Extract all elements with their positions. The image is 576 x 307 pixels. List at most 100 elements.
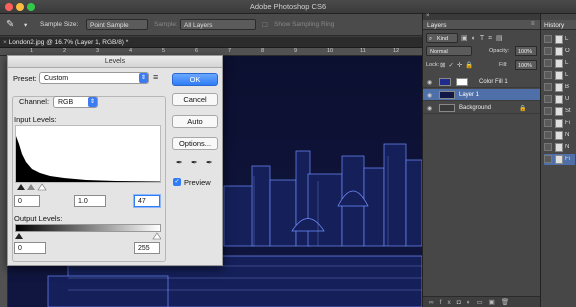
black-point-eyedropper-icon[interactable]: ✒ bbox=[176, 159, 184, 167]
ruler-tick: 5 bbox=[162, 48, 166, 54]
history-item-label: O bbox=[565, 48, 570, 54]
layer-name: Background bbox=[459, 105, 492, 111]
layers-tab-bar: Layers ≡ bbox=[423, 20, 541, 30]
preview-checkbox[interactable]: ✓ bbox=[173, 178, 181, 186]
blend-mode-select[interactable]: Normal bbox=[426, 46, 472, 56]
preset-select[interactable]: Custom bbox=[39, 72, 149, 84]
sample-size-select[interactable]: Point Sample bbox=[86, 19, 148, 30]
history-brush-source[interactable] bbox=[544, 155, 552, 163]
search-icon: ⌕ bbox=[429, 35, 433, 42]
history-state-icon bbox=[555, 95, 563, 104]
history-brush-source[interactable] bbox=[544, 71, 552, 79]
history-brush-source[interactable] bbox=[544, 35, 552, 43]
history-item-label: L bbox=[565, 36, 569, 42]
fill-label: Fill: bbox=[499, 62, 508, 68]
preset-stepper-icon[interactable]: ⇕ bbox=[139, 73, 148, 83]
ruler-tick: 10 bbox=[327, 48, 334, 54]
history-item[interactable]: N bbox=[544, 142, 575, 153]
history-item-label: St bbox=[565, 108, 571, 114]
output-level-slider[interactable] bbox=[15, 232, 161, 240]
history-brush-source[interactable] bbox=[544, 143, 552, 151]
history-item-label: L bbox=[565, 60, 569, 66]
output-levels-label: Output Levels: bbox=[14, 214, 63, 223]
history-item-label: L bbox=[565, 72, 569, 78]
output-black-slider[interactable] bbox=[15, 233, 23, 239]
ruler-tick: 6 bbox=[195, 48, 199, 54]
layers-tab[interactable]: Layers bbox=[427, 22, 447, 29]
tool-preset-chevron-icon[interactable]: ▾ bbox=[24, 21, 27, 29]
history-brush-source[interactable] bbox=[544, 47, 552, 55]
input-black-slider[interactable] bbox=[17, 184, 25, 190]
sample-label: Sample: bbox=[154, 21, 178, 28]
history-brush-source[interactable] bbox=[544, 83, 552, 91]
layer-row-color-fill[interactable]: ◉ Color Fill 1 bbox=[423, 76, 541, 88]
eyedropper-tool-icon[interactable]: ✎ bbox=[6, 19, 14, 30]
lock-icons[interactable]: ⊠✓✛🔒 bbox=[440, 61, 476, 69]
visibility-eye-icon[interactable]: ◉ bbox=[427, 79, 432, 86]
close-panel-icon[interactable]: × bbox=[426, 13, 430, 19]
output-white-slider[interactable] bbox=[152, 232, 161, 240]
history-state-icon bbox=[555, 119, 563, 128]
history-item-label: U bbox=[565, 96, 570, 102]
options-button[interactable]: Options... bbox=[172, 137, 218, 150]
history-state-icon bbox=[555, 59, 563, 68]
background-thumbnail bbox=[439, 104, 455, 112]
layer-mask-thumbnail bbox=[456, 78, 468, 86]
history-item[interactable]: L bbox=[544, 58, 575, 69]
visibility-eye-icon[interactable]: ◉ bbox=[427, 105, 432, 112]
ruler-tick: 12 bbox=[393, 48, 400, 54]
sample-select[interactable]: All Layers bbox=[180, 19, 256, 30]
history-brush-source[interactable] bbox=[544, 119, 552, 127]
history-brush-source[interactable] bbox=[544, 95, 552, 103]
history-item[interactable]: L bbox=[544, 70, 575, 81]
opacity-field[interactable]: 100% bbox=[515, 46, 537, 56]
layer-row-layer-1[interactable]: ◉ Layer 1 bbox=[423, 89, 541, 101]
ruler-tick: 11 bbox=[360, 48, 366, 54]
auto-button[interactable]: Auto bbox=[172, 115, 218, 128]
document-tab[interactable]: × London2.jpg @ 16.7% (Layer 1, RGB/8) * bbox=[3, 39, 128, 46]
history-item[interactable]: U bbox=[544, 94, 575, 105]
history-item[interactable]: N bbox=[544, 130, 575, 141]
visibility-eye-icon[interactable]: ◉ bbox=[427, 92, 432, 99]
input-level-slider[interactable] bbox=[15, 183, 161, 191]
history-tab[interactable]: History bbox=[544, 22, 564, 29]
panel-menu-icon[interactable]: ≡ bbox=[531, 21, 535, 27]
input-gamma-slider[interactable] bbox=[27, 184, 35, 190]
history-state-icon bbox=[555, 71, 563, 80]
output-white-field[interactable]: 255 bbox=[134, 242, 160, 254]
ok-button[interactable]: OK bbox=[172, 73, 218, 86]
filter-kind-select[interactable]: ⌕ Kind bbox=[426, 33, 458, 43]
preset-options-icon[interactable]: ≡ bbox=[153, 72, 158, 82]
history-state-icon bbox=[555, 155, 563, 164]
input-black-field[interactable]: 0 bbox=[14, 195, 40, 207]
history-item[interactable]: L bbox=[544, 34, 575, 45]
output-black-field[interactable]: 0 bbox=[14, 242, 46, 254]
history-item[interactable]: St bbox=[544, 106, 575, 117]
history-brush-source[interactable] bbox=[544, 107, 552, 115]
history-item[interactable]: B bbox=[544, 82, 575, 93]
input-gamma-field[interactable]: 1.0 bbox=[74, 195, 106, 207]
channel-stepper-icon[interactable]: ⇕ bbox=[88, 97, 97, 107]
app-title: Adobe Photoshop CS6 bbox=[249, 2, 327, 11]
history-brush-source[interactable] bbox=[544, 131, 552, 139]
input-white-field[interactable]: 47 bbox=[134, 195, 160, 207]
show-ring-checkbox[interactable]: ☐ bbox=[262, 21, 268, 29]
opacity-label: Opacity: bbox=[489, 48, 510, 54]
ruler-tick: 3 bbox=[96, 48, 100, 54]
fill-field[interactable]: 100% bbox=[515, 60, 537, 70]
filter-icons[interactable]: ▣◐T⌗▤ bbox=[461, 34, 507, 43]
layer-action-icons[interactable]: ∞fx◘◐▭▣🗑 bbox=[429, 298, 515, 306]
layer-thumbnail bbox=[439, 91, 455, 99]
history-item[interactable]: Fi bbox=[544, 118, 575, 129]
history-brush-source[interactable] bbox=[544, 59, 552, 67]
history-item[interactable]: O bbox=[544, 46, 575, 57]
gray-point-eyedropper-icon[interactable]: ✒ bbox=[191, 159, 199, 167]
input-white-slider[interactable] bbox=[37, 183, 47, 191]
white-point-eyedropper-icon[interactable]: ✒ bbox=[206, 159, 214, 167]
cancel-button[interactable]: Cancel bbox=[172, 93, 218, 106]
layer-row-background[interactable]: ◉ Background 🔒 bbox=[423, 102, 541, 114]
title-bar: Adobe Photoshop CS6 bbox=[0, 0, 576, 14]
history-item[interactable]: Fi bbox=[544, 154, 575, 165]
layers-footer: ∞fx◘◐▭▣🗑 bbox=[423, 296, 541, 307]
ruler-tick: 8 bbox=[261, 48, 265, 54]
